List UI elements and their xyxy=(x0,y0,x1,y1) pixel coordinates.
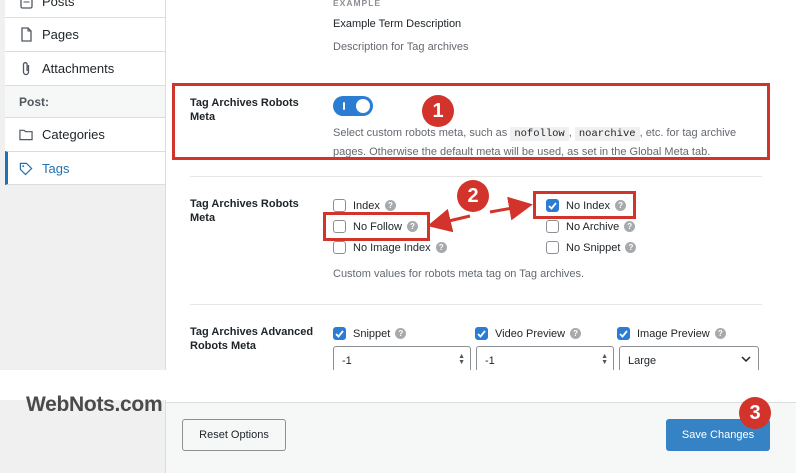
annotation-badge-1: 1 xyxy=(422,95,454,127)
annotation-badge-3: 3 xyxy=(739,397,771,429)
annotation-badge-2: 2 xyxy=(457,180,489,212)
annotation-arrow xyxy=(427,196,533,233)
